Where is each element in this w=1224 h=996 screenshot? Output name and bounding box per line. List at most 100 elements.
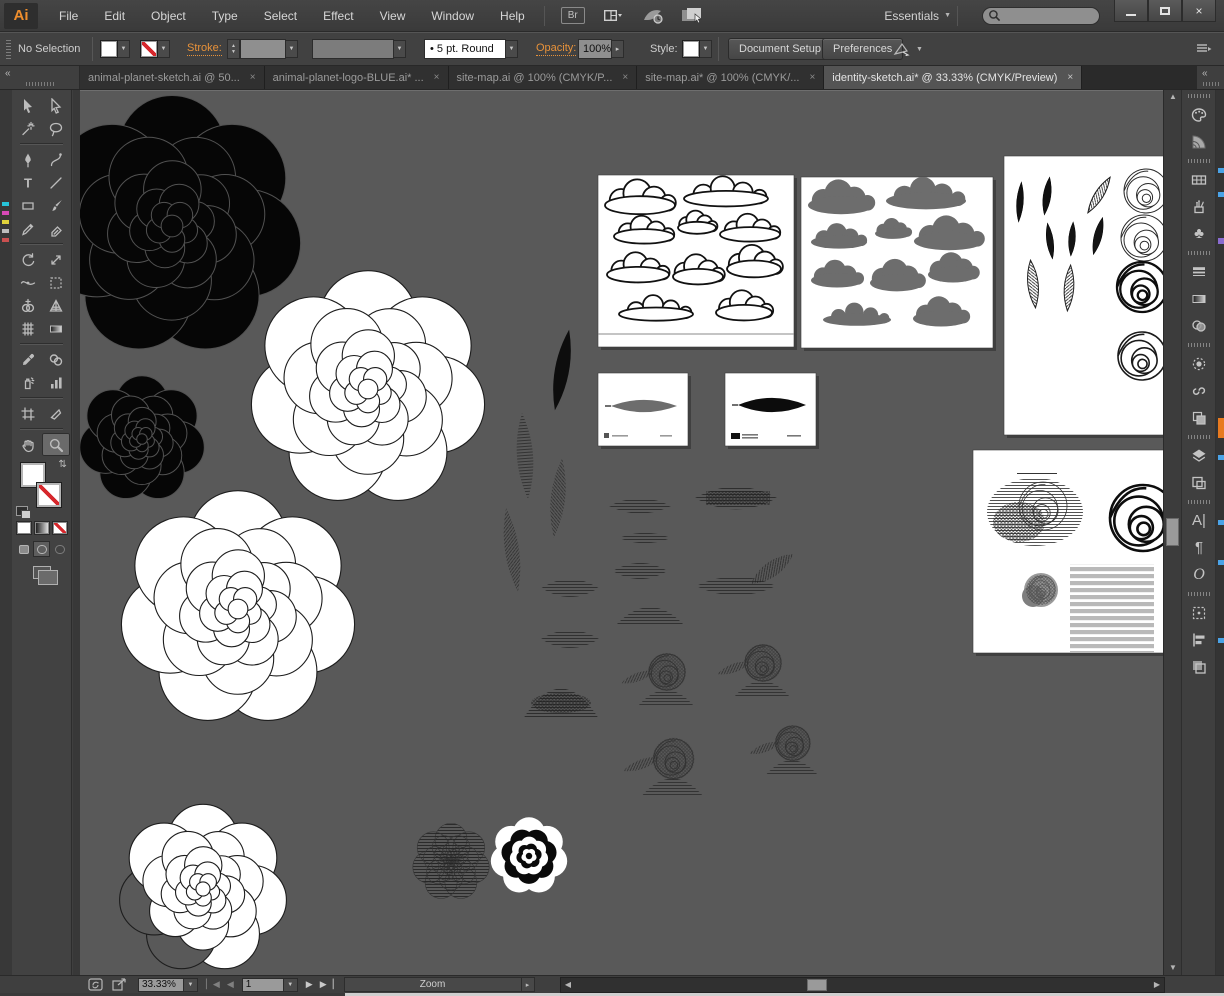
blend-tool[interactable] [42,348,70,371]
minimize-button[interactable] [1114,0,1148,22]
menu-window[interactable]: Window [418,0,487,32]
control-bar-grip[interactable] [6,39,11,59]
dock-group-grip[interactable] [1182,431,1215,442]
direct-selection-tool[interactable] [42,94,70,117]
cs-live-icon[interactable] [641,7,665,25]
artboards-panel-icon[interactable] [1182,469,1216,496]
close-tab-icon[interactable]: × [809,72,815,83]
menu-select[interactable]: Select [251,0,310,32]
stroke-weight-stepper[interactable]: ▲▼ [227,39,240,59]
last-artboard-icon[interactable]: ▶▕ [320,979,334,990]
appearance-panel-icon[interactable] [1182,350,1216,377]
document-tab-1[interactable]: animal-planet-sketch.ai @ 50...× [80,66,265,89]
screen-mode-icon[interactable] [681,7,705,25]
hand-tool[interactable] [14,433,42,456]
workspace-switcher[interactable]: Essentials ▼ [884,9,951,23]
brush-definition-dropdown[interactable]: ▼ [506,40,518,58]
previous-artboard-icon[interactable]: ◀ [227,979,234,990]
document-tab-3[interactable]: site-map.ai @ 100% (CMYK/P...× [449,66,638,89]
draw-inside-button[interactable] [51,541,68,557]
dock-group-grip[interactable] [1182,339,1215,350]
scroll-right-icon[interactable]: ▶ [1150,978,1164,992]
opentype-panel-icon[interactable]: O [1182,561,1216,588]
artboard-dropdown[interactable]: ▼ [284,978,298,992]
zoom-level-dropdown[interactable]: ▼ [184,978,198,992]
bridge-button[interactable]: Br [561,7,585,24]
menu-file[interactable]: File [46,0,91,32]
type-tool[interactable]: T [14,171,42,194]
zoom-tool[interactable] [42,433,70,456]
opacity-field[interactable]: 100% [578,39,612,59]
lasso-tool[interactable] [42,117,70,140]
eraser-tool[interactable] [42,217,70,240]
stroke-weight-dropdown[interactable]: ▼ [286,40,298,58]
search-input[interactable] [982,7,1100,25]
scale-tool[interactable] [42,248,70,271]
stroke-color-dropdown[interactable]: ▼ [158,40,170,58]
perspective-grid-tool[interactable] [42,294,70,317]
symbols-panel-icon[interactable]: ♣ [1182,220,1216,247]
curvature-pen-tool[interactable] [42,148,70,171]
document-tab-2[interactable]: animal-planet-logo-BLUE.ai* ...× [265,66,449,89]
creative-cloud-panel-icon[interactable] [1182,377,1216,404]
rotate-tool[interactable] [14,248,42,271]
transform-panel-icon[interactable] [1182,599,1216,626]
pen-tool[interactable] [14,148,42,171]
menu-help[interactable]: Help [487,0,538,32]
menu-object[interactable]: Object [138,0,199,32]
stroke-panel-icon[interactable] [1182,258,1216,285]
document-tab-5[interactable]: identity-sketch.ai* @ 33.33% (CMYK/Previ… [824,66,1082,89]
swatches-panel-icon[interactable] [1182,166,1216,193]
column-graph-tool[interactable] [42,371,70,394]
next-artboard-icon[interactable]: ▶ [306,979,313,990]
vertical-scrollbar[interactable]: ▲ ▼ [1163,90,1181,975]
dock-group-grip[interactable] [1182,496,1215,507]
menu-edit[interactable]: Edit [91,0,138,32]
close-tab-icon[interactable]: × [1067,72,1073,83]
menu-effect[interactable]: Effect [310,0,366,32]
width-profile-field[interactable] [312,39,394,59]
gradient-panel-icon[interactable] [1182,285,1216,312]
document-tab-4[interactable]: site-map.ai* @ 100% (CMYK/...× [637,66,824,89]
close-tab-icon[interactable]: × [250,72,256,83]
align-panel-button[interactable]: ▼ [893,33,923,65]
zoom-level-field[interactable]: 33.33% [138,978,184,992]
stroke-color-swatch[interactable] [140,40,158,58]
close-tab-icon[interactable]: × [434,72,440,83]
mesh-tool[interactable] [14,317,42,340]
tools-panel-grip[interactable] [26,82,54,86]
transparency-panel-icon[interactable] [1182,312,1216,339]
color-panel-icon[interactable] [1182,101,1216,128]
change-screen-mode-button[interactable] [12,560,71,585]
preferences-button[interactable]: Preferences [822,38,903,60]
status-display-menu[interactable]: ▸ [522,977,535,992]
sync-settings-icon[interactable] [88,978,104,991]
brushes-panel-icon[interactable] [1182,193,1216,220]
artboard-number-field[interactable]: 1 [242,978,284,992]
stroke-weight-field[interactable] [240,39,286,59]
fill-color-dropdown[interactable]: ▼ [118,40,130,58]
pencil-tool[interactable] [14,217,42,240]
export-icon[interactable] [112,978,128,991]
shape-builder-tool[interactable] [14,294,42,317]
menu-type[interactable]: Type [199,0,251,32]
collapse-panel-icon[interactable]: « [5,68,11,79]
scroll-up-icon[interactable]: ▲ [1164,90,1182,104]
default-fill-stroke-icon[interactable] [16,506,28,516]
layers-panel-icon[interactable] [1182,442,1216,469]
canvas[interactable] [80,90,1163,975]
artboard-tool[interactable] [14,402,42,425]
free-transform-tool[interactable] [42,271,70,294]
symbol-sprayer-tool[interactable] [14,371,42,394]
opacity-link[interactable]: Opacity: [536,42,576,56]
status-display[interactable]: Zoom [344,977,522,992]
draw-normal-button[interactable] [15,541,32,557]
scroll-left-icon[interactable]: ◀ [561,978,575,992]
character-panel-icon[interactable]: A| [1182,507,1216,534]
swap-fill-stroke-icon[interactable]: ⇄ [56,459,67,467]
collapse-dock-icon[interactable]: « [1202,68,1208,79]
selection-tool[interactable] [14,94,42,117]
stroke-link[interactable]: Stroke: [187,42,222,56]
horizontal-scrollbar[interactable]: ◀ ▶ [560,977,1165,993]
horizontal-scroll-thumb[interactable] [807,979,827,991]
